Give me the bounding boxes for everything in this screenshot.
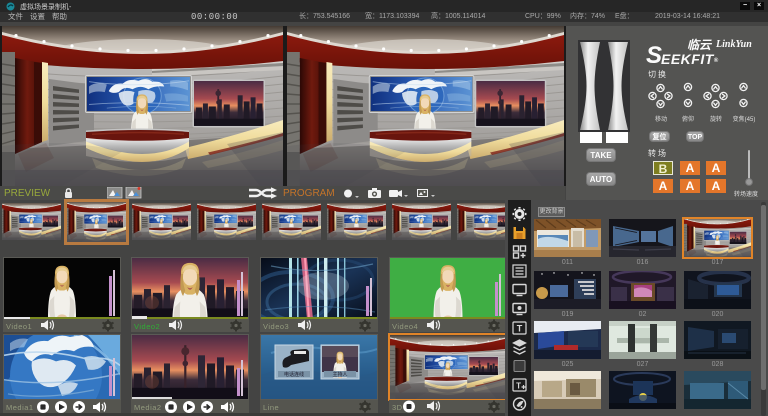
svg-text:T: T [516,382,521,391]
svg-text:T: T [517,324,523,334]
svg-text:主持人: 主持人 [332,371,347,378]
svg-text:电话连线: 电话连线 [284,371,304,378]
